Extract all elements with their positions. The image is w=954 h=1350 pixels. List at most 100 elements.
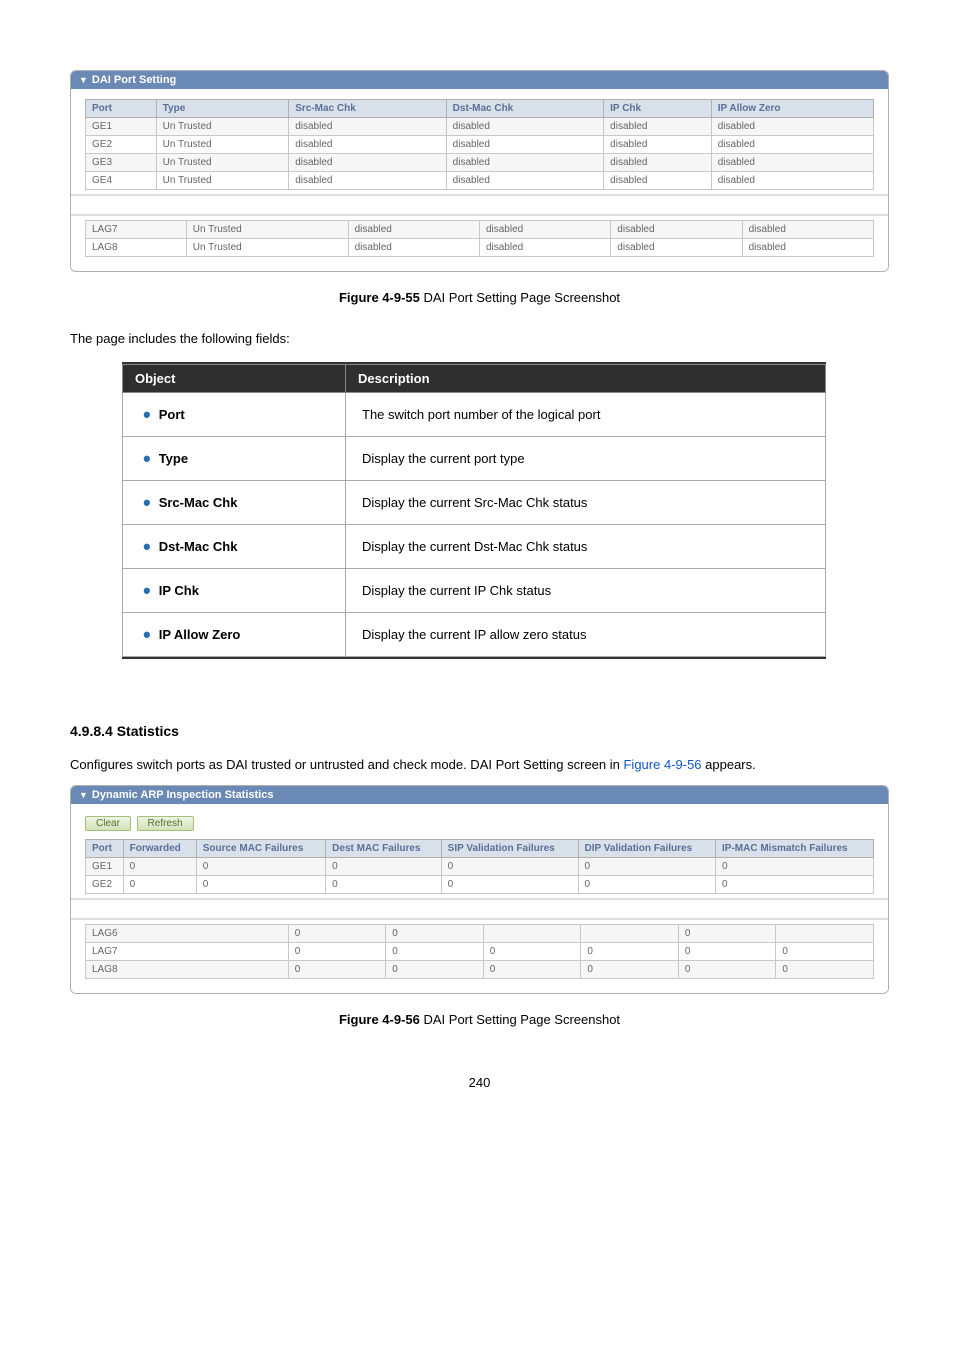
table-cell [581, 925, 679, 943]
figure-number: Figure 4-9-55 [339, 290, 420, 305]
table-cell: 0 [441, 876, 578, 894]
table-cell: GE4 [86, 172, 157, 190]
table-cell: disabled [611, 239, 742, 257]
table-cell: 0 [123, 858, 196, 876]
table-cell [776, 925, 874, 943]
field-object-cell: •Dst-Mac Chk [123, 525, 346, 569]
fields-row: •Dst-Mac ChkDisplay the current Dst-Mac … [123, 525, 826, 569]
table-cell: disabled [289, 136, 446, 154]
table-cell: 0 [326, 876, 442, 894]
field-object-label: IP Allow Zero [159, 627, 241, 642]
table-cell: Un Trusted [186, 239, 348, 257]
figure-caption: Figure 4-9-56 DAI Port Setting Page Scre… [70, 1012, 889, 1027]
table-cell: Un Trusted [156, 136, 289, 154]
field-description-cell: Display the current IP allow zero status [346, 613, 826, 657]
intro-text: The page includes the following fields: [70, 331, 889, 346]
table-row: LAG8000000 [86, 961, 874, 979]
column-header: Forwarded [123, 840, 196, 858]
table-cell: disabled [348, 221, 479, 239]
fields-table: Object Description •PortThe switch port … [122, 364, 826, 657]
page-number: 240 [70, 1075, 889, 1090]
section-intro: Configures switch ports as DAI trusted o… [70, 757, 889, 772]
figure-caption: Figure 4-9-55 DAI Port Setting Page Scre… [70, 290, 889, 305]
arp-stats-table-bottom: LAG6000LAG7000000LAG8000000 [85, 924, 874, 979]
table-row: LAG6000 [86, 925, 874, 943]
table-cell: disabled [446, 136, 603, 154]
field-object-label: Type [159, 451, 188, 466]
table-cell: GE2 [86, 136, 157, 154]
table-cell: 0 [386, 961, 484, 979]
field-object-label: IP Chk [159, 583, 199, 598]
table-cell: 0 [578, 858, 715, 876]
table-row: GE3Un Trusteddisableddisableddisableddis… [86, 154, 874, 172]
column-header: IP-MAC Mismatch Failures [716, 840, 874, 858]
table-cell: disabled [742, 221, 873, 239]
table-cell: disabled [479, 239, 610, 257]
table-cell: 0 [326, 858, 442, 876]
panel-header[interactable]: ▼ Dynamic ARP Inspection Statistics [71, 786, 888, 804]
table-cell: Un Trusted [186, 221, 348, 239]
arp-stats-table: PortForwardedSource MAC FailuresDest MAC… [85, 839, 874, 894]
table-cell: GE2 [86, 876, 124, 894]
figure-link[interactable]: Figure 4-9-56 [623, 757, 701, 772]
refresh-button[interactable]: Refresh [137, 816, 194, 831]
panel-title: Dynamic ARP Inspection Statistics [92, 789, 274, 801]
table-cell [483, 925, 581, 943]
fields-row: •TypeDisplay the current port type [123, 437, 826, 481]
table-cell: disabled [446, 172, 603, 190]
panel-body: Clear Refresh PortForwardedSource MAC Fa… [71, 804, 888, 993]
table-cell: disabled [289, 172, 446, 190]
table-row: LAG8Un Trusteddisableddisableddisableddi… [86, 239, 874, 257]
table-cell: 0 [581, 943, 679, 961]
field-description-cell: Display the current IP Chk status [346, 569, 826, 613]
arp-statistics-panel: ▼ Dynamic ARP Inspection Statistics Clea… [70, 785, 889, 994]
table-cell: 0 [288, 925, 386, 943]
table-cell: disabled [604, 136, 712, 154]
table-cell: 0 [483, 943, 581, 961]
table-cell: disabled [711, 118, 873, 136]
table-cell: disabled [289, 154, 446, 172]
table-cell: 0 [678, 925, 776, 943]
fields-header-description: Description [346, 365, 826, 393]
table-cell: disabled [446, 154, 603, 172]
field-object-cell: •Src-Mac Chk [123, 481, 346, 525]
fields-header-object: Object [123, 365, 346, 393]
table-cell: 0 [678, 961, 776, 979]
table-cell: Un Trusted [156, 118, 289, 136]
field-object-label: Dst-Mac Chk [159, 539, 238, 554]
table-cell: 0 [288, 961, 386, 979]
table-row: GE1000000 [86, 858, 874, 876]
table-cell: 0 [123, 876, 196, 894]
table-cutout [70, 190, 889, 220]
dai-port-setting-panel: ▼ DAI Port Setting PortTypeSrc-Mac ChkDs… [70, 70, 889, 272]
table-cell: 0 [678, 943, 776, 961]
table-cell: 0 [716, 876, 874, 894]
field-description-cell: Display the current Src-Mac Chk status [346, 481, 826, 525]
panel-header[interactable]: ▼ DAI Port Setting [71, 71, 888, 89]
table-cell: disabled [446, 118, 603, 136]
table-cell: 0 [386, 925, 484, 943]
table-row: GE2Un Trusteddisableddisableddisableddis… [86, 136, 874, 154]
field-description-cell: Display the current Dst-Mac Chk status [346, 525, 826, 569]
table-cell: disabled [289, 118, 446, 136]
column-header: DIP Validation Failures [578, 840, 715, 858]
table-cell: disabled [611, 221, 742, 239]
column-header: Dest MAC Failures [326, 840, 442, 858]
field-object-cell: •IP Allow Zero [123, 613, 346, 657]
table-row: LAG7000000 [86, 943, 874, 961]
table-cell: disabled [479, 221, 610, 239]
figure-text: DAI Port Setting Page Screenshot [420, 290, 620, 305]
table-cell: disabled [604, 172, 712, 190]
field-object-cell: •Type [123, 437, 346, 481]
field-description-cell: Display the current port type [346, 437, 826, 481]
table-cutout [70, 894, 889, 924]
clear-button[interactable]: Clear [85, 816, 131, 831]
table-cell: 0 [581, 961, 679, 979]
table-cell: 0 [386, 943, 484, 961]
column-header: Port [86, 840, 124, 858]
fields-row: •IP ChkDisplay the current IP Chk status [123, 569, 826, 613]
table-cell: disabled [604, 154, 712, 172]
column-header: SIP Validation Failures [441, 840, 578, 858]
table-cell: 0 [483, 961, 581, 979]
collapse-arrow-icon: ▼ [79, 790, 88, 800]
